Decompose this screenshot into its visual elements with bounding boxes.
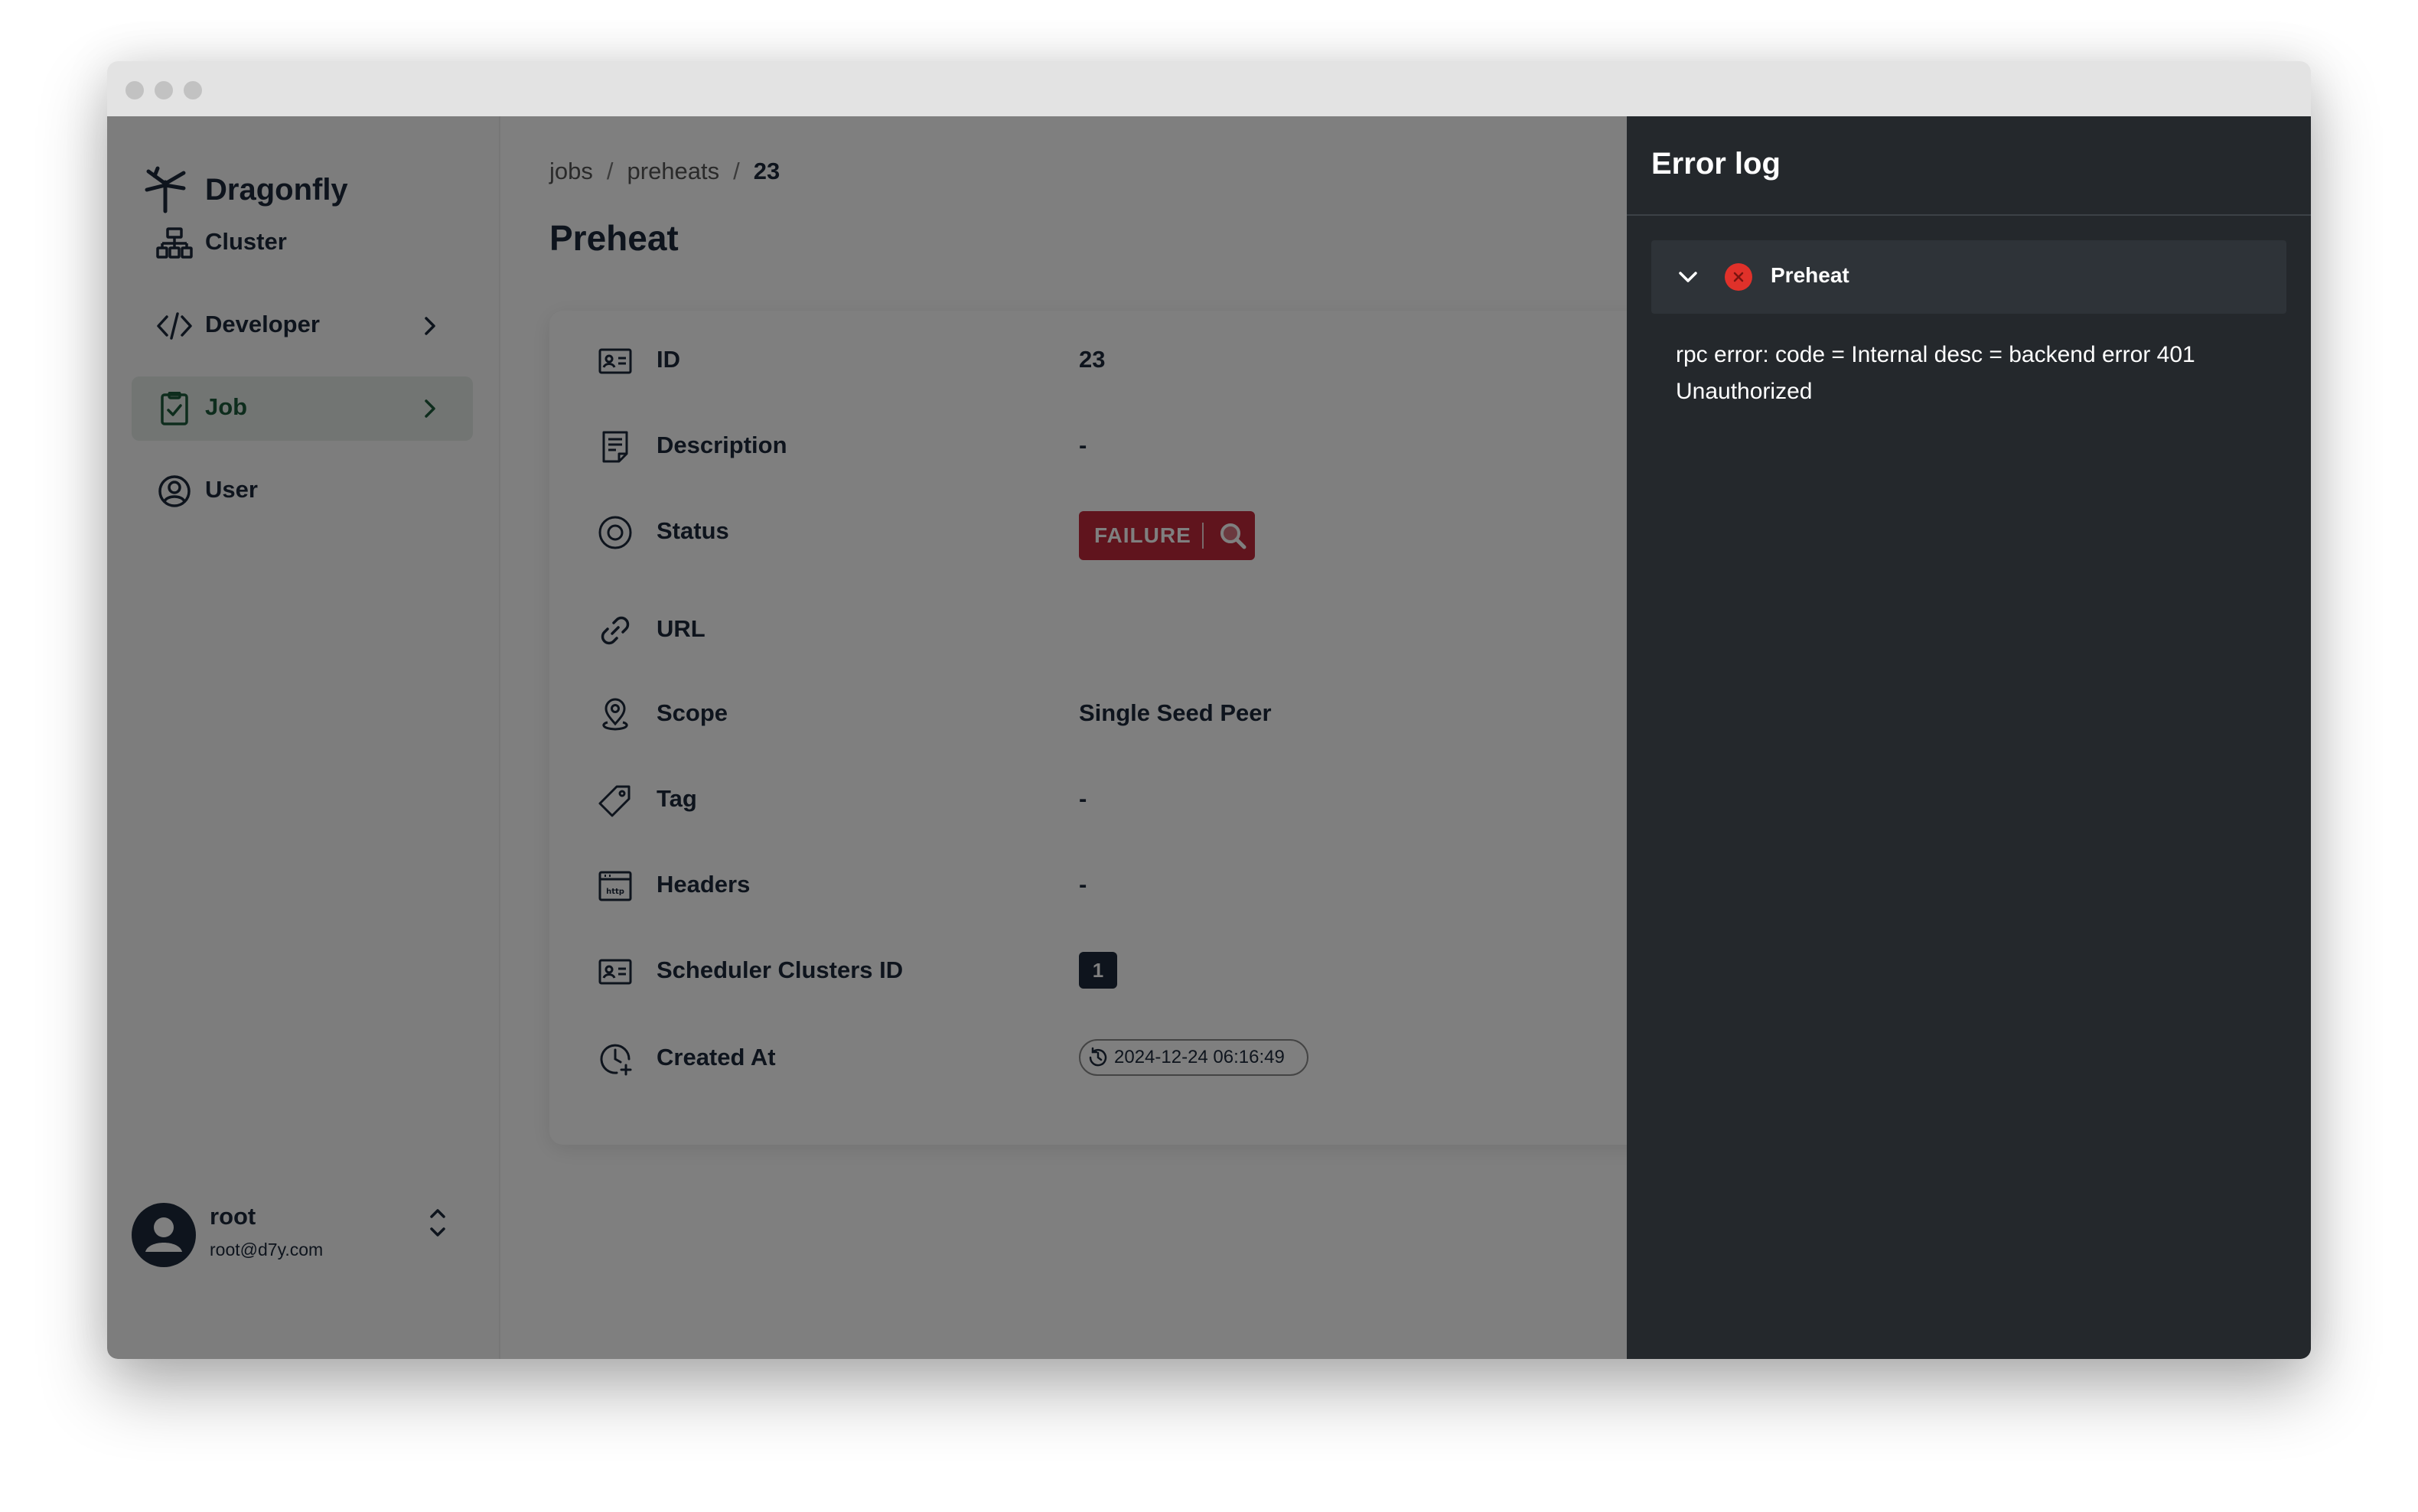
error-entry-title: Preheat [1771, 263, 1849, 287]
browser-window: Dragonfly Cluster [107, 61, 2311, 1359]
app-root: Dragonfly Cluster [107, 116, 2311, 1359]
error-message: rpc error: code = Internal desc = backen… [1676, 342, 2195, 404]
window-titlebar [107, 61, 2311, 116]
error-circle-icon [1725, 263, 1752, 291]
drawer-divider [1627, 214, 2311, 216]
error-log-drawer: Error log Preheat rpc error: code = Inte… [1627, 116, 2311, 1359]
error-accordion-header[interactable]: Preheat [1651, 240, 2286, 314]
chevron-down-icon [1679, 272, 1697, 282]
window-close-dot[interactable] [125, 81, 144, 99]
window-minimize-dot[interactable] [155, 81, 173, 99]
window-maximize-dot[interactable] [184, 81, 202, 99]
drawer-title: Error log [1651, 147, 1781, 181]
